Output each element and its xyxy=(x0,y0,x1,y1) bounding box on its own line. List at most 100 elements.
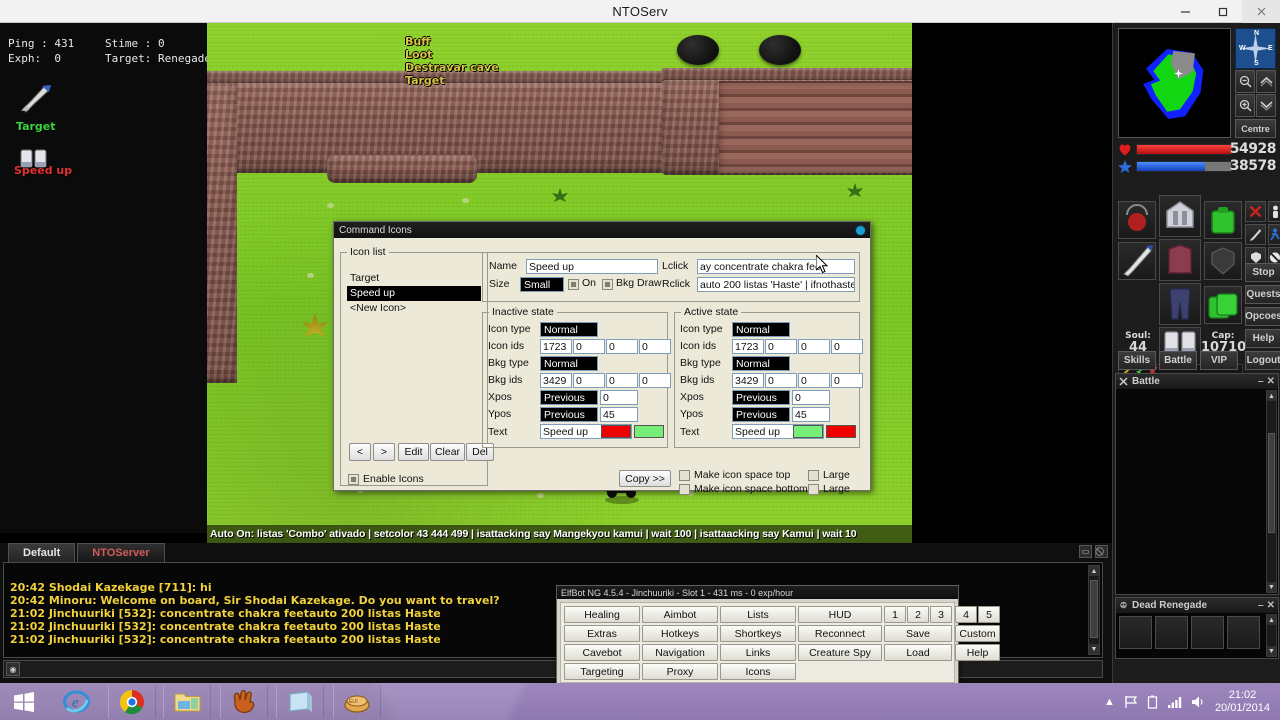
scroll-down-icon[interactable]: ▼ xyxy=(1267,646,1276,656)
scroll-up-icon[interactable]: ▲ xyxy=(1267,391,1276,401)
elfbot-links-button[interactable]: Links xyxy=(720,644,796,661)
scroll-down-icon[interactable]: ▼ xyxy=(1089,644,1099,654)
elfbot-slot-5[interactable]: 5 xyxy=(978,606,1000,623)
battle-scrollbar[interactable]: ▲ ▼ xyxy=(1266,390,1277,593)
elfbot-icons-button[interactable]: Icons xyxy=(720,663,796,680)
equip-slot-shield[interactable] xyxy=(1204,242,1242,280)
active-xpos-input[interactable]: 0 xyxy=(792,390,830,405)
active-bkg-type-select[interactable]: Normal xyxy=(732,356,790,371)
icon-list[interactable]: Target Speed up <New Icon> xyxy=(347,271,481,435)
cross-state-icon[interactable] xyxy=(1245,201,1266,222)
dead-scrollbar[interactable]: ▲ ▼ xyxy=(1266,614,1277,657)
size-select[interactable]: Small xyxy=(520,277,564,292)
close-icon[interactable] xyxy=(1242,0,1280,23)
active-icon-id-1[interactable]: 1723 xyxy=(732,339,764,354)
zoom-in-icon[interactable] xyxy=(1235,94,1255,117)
inactive-color-2[interactable] xyxy=(634,425,664,438)
hud-target-icon[interactable] xyxy=(18,83,52,113)
network-icon[interactable] xyxy=(1167,695,1182,709)
prev-icon-button[interactable]: < xyxy=(349,443,371,461)
scroll-down-icon[interactable]: ▼ xyxy=(1267,582,1276,592)
help-button[interactable]: Help xyxy=(1245,329,1280,348)
large-bottom-checkbox[interactable] xyxy=(808,484,819,495)
level-up-icon[interactable] xyxy=(1256,70,1276,93)
active-icon-type-select[interactable]: Normal xyxy=(732,322,790,337)
make-icon-space-top-checkbox[interactable] xyxy=(679,470,690,481)
active-icon-id-3[interactable]: 0 xyxy=(798,339,830,354)
chat-tab-ntoserver[interactable]: NTOServer xyxy=(77,543,165,562)
command-icons-dialog[interactable]: Command Icons Icon list Target Speed up … xyxy=(333,221,871,495)
elfbot-navigation-button[interactable]: Navigation xyxy=(642,644,718,661)
start-icon[interactable] xyxy=(0,685,48,718)
elfbot-aimbot-button[interactable]: Aimbot xyxy=(642,606,718,623)
command-icons-close-icon[interactable] xyxy=(856,225,865,235)
dead-close-icon[interactable]: ✕ xyxy=(1267,600,1275,611)
corpse-slot[interactable] xyxy=(1227,616,1260,649)
show-hidden-icon[interactable]: ▲ xyxy=(1104,696,1115,708)
equip-slot-bag[interactable] xyxy=(1204,286,1242,324)
active-ypos-select[interactable]: Previous xyxy=(732,407,790,422)
level-down-icon[interactable] xyxy=(1256,94,1276,117)
equip-slot-legs[interactable] xyxy=(1159,283,1201,325)
clear-button[interactable]: Clear xyxy=(430,443,465,461)
scroll-thumb[interactable] xyxy=(1268,433,1275,533)
icon-list-item-speedup[interactable]: Speed up xyxy=(347,286,481,301)
minimap[interactable] xyxy=(1118,28,1231,138)
quests-button[interactable]: Quests xyxy=(1245,285,1280,304)
active-bkg-id-3[interactable]: 0 xyxy=(798,373,830,388)
elfbot-save-button[interactable]: Save xyxy=(884,625,952,642)
volume-icon[interactable] xyxy=(1191,695,1206,709)
inactive-ypos-input[interactable]: 45 xyxy=(600,407,638,422)
sword-state-icon[interactable] xyxy=(1245,224,1266,245)
active-color-1[interactable] xyxy=(793,425,823,438)
inactive-icon-id-4[interactable]: 0 xyxy=(639,339,671,354)
inactive-icon-id-3[interactable]: 0 xyxy=(606,339,638,354)
enable-icons-checkbox[interactable] xyxy=(348,474,359,485)
elfbot-load-button[interactable]: Load xyxy=(884,644,952,661)
person-state-icon[interactable] xyxy=(1268,201,1280,222)
active-icon-id-2[interactable]: 0 xyxy=(765,339,797,354)
make-icon-space-bottom-checkbox[interactable] xyxy=(679,484,690,495)
elfbot-creature-spy-button[interactable]: Creature Spy xyxy=(798,644,882,661)
equip-slot-backpack[interactable] xyxy=(1204,201,1242,239)
inactive-xpos-select[interactable]: Previous xyxy=(540,390,598,405)
maximize-icon[interactable] xyxy=(1204,0,1242,23)
inactive-xpos-input[interactable]: 0 xyxy=(600,390,638,405)
elfbot-cavebot-button[interactable]: Cavebot xyxy=(564,644,640,661)
logout-button[interactable]: Logout xyxy=(1245,351,1280,370)
battle-close-icon[interactable]: ✕ xyxy=(1267,376,1275,387)
inactive-bkg-id-1[interactable]: 3429 xyxy=(540,373,572,388)
elfbot-healing-button[interactable]: Healing xyxy=(564,606,640,623)
window-icon[interactable] xyxy=(276,685,324,718)
battle-minimize-icon[interactable]: – xyxy=(1258,376,1264,387)
taskbar-clock[interactable]: 21:02 20/01/2014 xyxy=(1215,689,1270,715)
speech-icon[interactable]: ◉ xyxy=(6,662,20,676)
file-explorer-icon[interactable] xyxy=(163,685,211,718)
inactive-color-1[interactable] xyxy=(601,425,631,438)
next-icon-button[interactable]: > xyxy=(373,443,395,461)
battery-icon[interactable] xyxy=(1147,695,1158,709)
inactive-icon-type-select[interactable]: Normal xyxy=(540,322,598,337)
chrome-icon[interactable] xyxy=(108,685,156,718)
elfbot-slot-4[interactable]: 4 xyxy=(955,606,977,623)
centre-button[interactable]: Centre xyxy=(1235,119,1276,138)
scroll-thumb[interactable] xyxy=(1090,580,1098,638)
elfbot-custom-button[interactable]: Custom xyxy=(955,625,1000,642)
battle-tab-button[interactable]: Battle xyxy=(1159,351,1197,370)
compass[interactable]: N S E W xyxy=(1235,28,1276,69)
zoom-out-icon[interactable] xyxy=(1235,70,1255,93)
elfbot-slot-2[interactable]: 2 xyxy=(907,606,929,623)
inactive-icon-id-1[interactable]: 1723 xyxy=(540,339,572,354)
corpse-slot[interactable] xyxy=(1191,616,1224,649)
scroll-up-icon[interactable]: ▲ xyxy=(1267,615,1276,625)
internet-explorer-icon[interactable]: e xyxy=(52,685,100,718)
inactive-bkg-id-3[interactable]: 0 xyxy=(606,373,638,388)
elfbot-reconnect-button[interactable]: Reconnect xyxy=(798,625,882,642)
opcoes-button[interactable]: Opcoes xyxy=(1245,307,1280,326)
active-bkg-id-2[interactable]: 0 xyxy=(765,373,797,388)
name-input[interactable]: Speed up xyxy=(526,259,658,274)
runner-state-icon[interactable] xyxy=(1268,224,1280,245)
elfbot-lists-button[interactable]: Lists xyxy=(720,606,796,623)
edit-button[interactable]: Edit xyxy=(398,443,429,461)
equip-slot-amulet[interactable] xyxy=(1118,201,1156,239)
